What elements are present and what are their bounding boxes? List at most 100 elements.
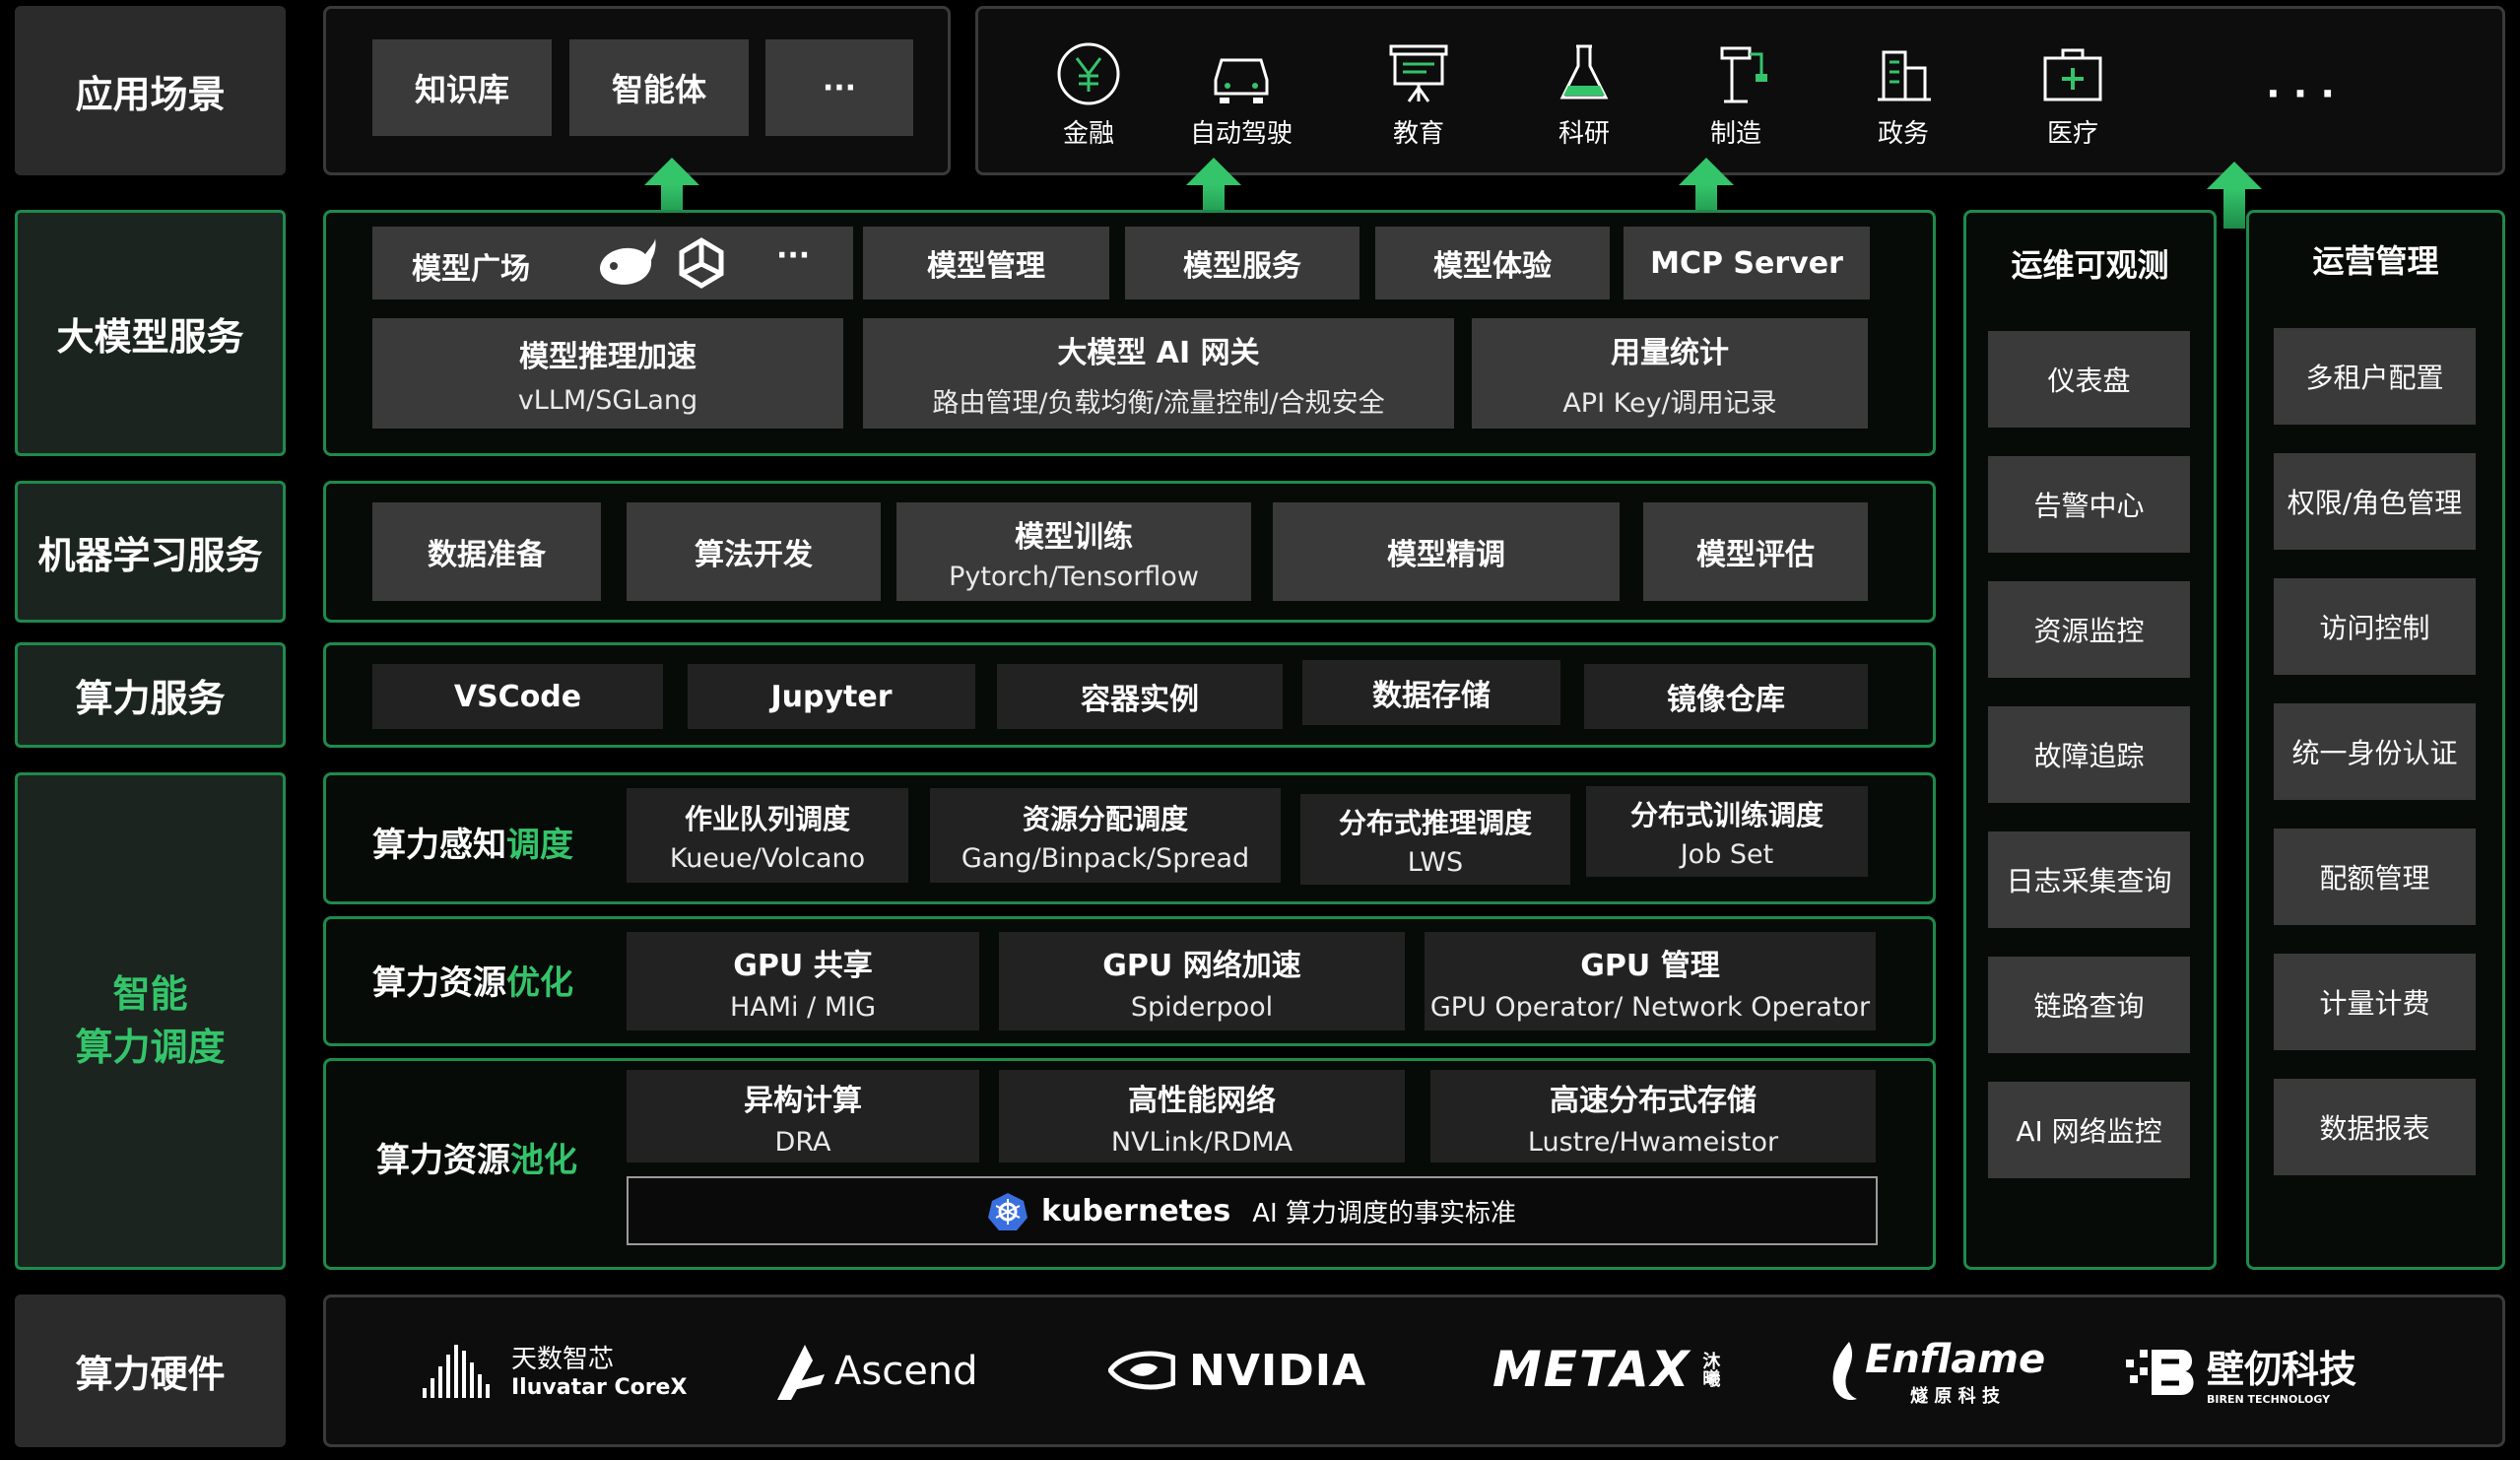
operations-management-title: 运营管理 <box>2312 242 2439 280</box>
metax-logo: METAX 沐曦 <box>1492 1335 1722 1404</box>
nvidia-name: NVIDIA <box>1189 1345 1367 1396</box>
iluvatar-wave-icon <box>423 1345 490 1398</box>
gpu-network-title: GPU 网络加速 <box>1102 948 1301 983</box>
model-square-box: 模型广场 ··· <box>372 227 853 299</box>
nvidia-eye-icon <box>1108 1351 1175 1390</box>
agent-box: 智能体 <box>569 39 749 136</box>
pooling-label: 算力资源池化 <box>376 1133 577 1181</box>
hpn-sub: NVLink/RDMA <box>1110 1126 1293 1158</box>
optimization-label: 算力资源优化 <box>372 956 573 1004</box>
enflame-name: Enflame <box>1865 1337 2046 1382</box>
biren-logo: 壁仞科技 BIREN TECHNOLOGY <box>2126 1338 2356 1407</box>
ops-item: 日志采集查询 <box>1988 831 2190 928</box>
row-label-hardware: 算力硬件 <box>15 1294 286 1447</box>
distributed-storage-title: 高速分布式存储 <box>1550 1083 1757 1118</box>
gpu-management-box: GPU 管理 GPU Operator/ Network Operator <box>1425 932 1876 1030</box>
model-training-sub: Pytorch/Tensorflow <box>949 561 1199 592</box>
optimization-label-accent: 优化 <box>506 963 573 1003</box>
scene-label: 自动驾驶 <box>1189 118 1293 149</box>
kubernetes-bar: kubernetes AI 算力调度的事实标准 <box>627 1176 1878 1245</box>
medical-kit-icon <box>2043 48 2102 100</box>
row-label-compute-service: 算力服务 <box>15 642 286 748</box>
usage-statistics-box: 用量统计 API Key/调用记录 <box>1472 318 1868 429</box>
gpu-network-acceleration-box: GPU 网络加速 Spiderpool <box>999 932 1405 1030</box>
operations-item: 多租户配置 <box>2274 328 2476 425</box>
distributed-storage-sub: Lustre/Hwameistor <box>1527 1126 1779 1158</box>
distributed-training-title: 分布式训练调度 <box>1629 798 1824 831</box>
inference-acceleration-box: 模型推理加速 vLLM/SGLang <box>372 318 843 429</box>
distributed-storage-box: 高速分布式存储 Lustre/Hwameistor <box>1430 1070 1876 1162</box>
job-queue-sub: Kueue/Volcano <box>669 842 866 874</box>
heterogeneous-compute-box: 异构计算 DRA <box>627 1070 979 1162</box>
scene-education: 教育 <box>1369 35 1468 154</box>
hpn-title: 高性能网络 <box>1128 1083 1276 1118</box>
mcp-server-box: MCP Server <box>1624 227 1870 299</box>
yuan-circle-icon <box>1057 42 1120 104</box>
distributed-training-sub: Job Set <box>1680 838 1774 870</box>
data-preparation-box: 数据准备 <box>372 502 601 601</box>
smart-scheduling-line2: 算力调度 <box>75 1025 226 1069</box>
openai-logo-icon <box>679 237 724 289</box>
model-square-label: 模型广场 <box>412 252 530 287</box>
scene-medical: 医疗 <box>2023 35 2122 154</box>
high-performance-network-box: 高性能网络 NVLink/RDMA <box>999 1070 1405 1162</box>
biren-en-name: BIREN TECHNOLOGY <box>2207 1393 2331 1406</box>
inference-acceleration-title: 模型推理加速 <box>519 339 696 374</box>
gpu-sharing-title: GPU 共享 <box>733 948 873 983</box>
operations-item: 统一身份认证 <box>2274 703 2476 800</box>
operations-item: 计量计费 <box>2274 954 2476 1050</box>
ai-gateway-sub: 路由管理/负载均衡/流量控制/合规安全 <box>932 387 1385 419</box>
iluvatar-cn-name: 天数智芯 <box>511 1345 615 1374</box>
job-queue-scheduling-box: 作业队列调度 Kueue/Volcano <box>627 788 908 883</box>
scene-label: 教育 <box>1392 118 1444 149</box>
ops-item: 告警中心 <box>1988 456 2190 553</box>
whale-logo-icon <box>600 238 656 285</box>
ai-gateway-title: 大模型 AI 网关 <box>1057 335 1260 370</box>
ai-gateway-box: 大模型 AI 网关 路由管理/负载均衡/流量控制/合规安全 <box>863 318 1454 429</box>
scene-manufacturing: 制造 <box>1687 35 1785 154</box>
distributed-training-scheduling-box: 分布式训练调度 Job Set <box>1586 786 1868 877</box>
resource-allocation-sub: Gang/Binpack/Spread <box>961 842 1250 874</box>
container-instance-box: 容器实例 <box>997 664 1283 729</box>
more-scenes-dots: · · · <box>2266 72 2335 115</box>
model-evaluation-box: 模型评估 <box>1643 502 1868 601</box>
image-registry-box: 镜像仓库 <box>1584 664 1868 729</box>
usage-statistics-title: 用量统计 <box>1611 335 1729 370</box>
row-label-ml-service: 机器学习服务 <box>15 481 286 623</box>
ascend-mark-icon <box>777 1345 825 1400</box>
gpu-network-sub: Spiderpool <box>1130 991 1274 1023</box>
job-queue-title: 作业队列调度 <box>684 802 850 835</box>
resource-allocation-scheduling-box: 资源分配调度 Gang/Binpack/Spread <box>930 788 1281 883</box>
kubernetes-wheel-icon <box>988 1193 1028 1230</box>
row-label-app-scenarios: 应用场景 <box>15 6 286 175</box>
ops-item: AI 网络监控 <box>1988 1082 2190 1178</box>
enflame-flame-icon <box>1832 1342 1857 1401</box>
model-training-title: 模型训练 <box>1015 519 1133 555</box>
crane-icon <box>1720 46 1767 102</box>
ops-item: 仪表盘 <box>1988 331 2190 428</box>
operations-item: 配额管理 <box>2274 829 2476 925</box>
data-storage-box: 数据存储 <box>1302 660 1560 725</box>
distributed-inference-scheduling-box: 分布式推理调度 LWS <box>1300 794 1570 885</box>
pooling-label-plain: 算力资源 <box>376 1141 510 1180</box>
model-management-box: 模型管理 <box>863 227 1109 299</box>
operations-item: 数据报表 <box>2274 1079 2476 1175</box>
model-square-more: ··· <box>776 238 811 273</box>
distributed-inference-title: 分布式推理调度 <box>1338 806 1532 839</box>
ops-observability-title: 运维可观测 <box>2011 246 2169 284</box>
presentation-board-icon <box>1389 44 1448 102</box>
kubernetes-name: kubernetes <box>1041 1193 1231 1228</box>
heterogeneous-compute-sub: DRA <box>774 1126 831 1158</box>
kubernetes-description: AI 算力调度的事实标准 <box>1252 1198 1516 1228</box>
inference-acceleration-sub: vLLM/SGLang <box>517 384 698 416</box>
architecture-diagram: 应用场景 大模型服务 机器学习服务 算力服务 智能 算力调度 算力硬件 知识库 … <box>0 0 2520 1460</box>
enflame-logo: Enflame 燧 原 科 技 <box>1827 1328 2045 1417</box>
model-training-box: 模型训练 Pytorch/Tensorflow <box>896 502 1251 601</box>
gpu-management-title: GPU 管理 <box>1580 948 1720 983</box>
ops-item: 故障追踪 <box>1988 706 2190 803</box>
metax-name: METAX <box>1492 1341 1691 1398</box>
knowledge-base-box: 知识库 <box>372 39 552 136</box>
government-building-icon <box>1878 50 1931 100</box>
iluvatar-logo: 天数智芯 Iluvatar CoreX <box>419 1330 687 1409</box>
usage-statistics-sub: API Key/调用记录 <box>1562 387 1777 419</box>
